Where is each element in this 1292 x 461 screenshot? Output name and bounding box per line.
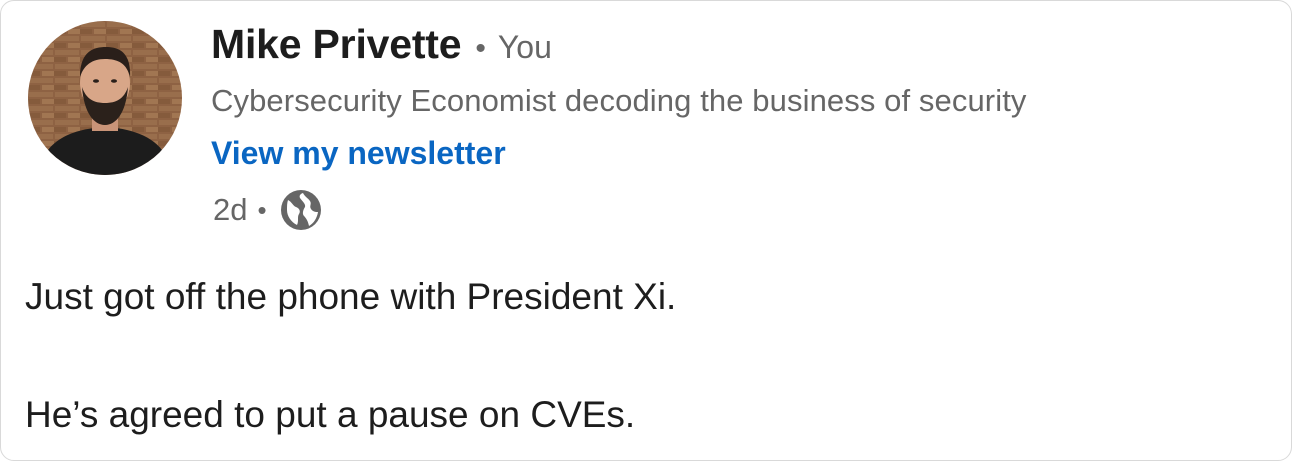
post-text-line: He’s agreed to put a pause on CVEs. xyxy=(25,394,636,435)
post-body: Just got off the phone with President Xi… xyxy=(25,269,1265,442)
view-newsletter-link[interactable]: View my newsletter xyxy=(211,135,506,172)
author-relation: You xyxy=(497,29,552,65)
author-line: Mike Privette • You xyxy=(211,21,552,75)
post-meta: 2d • xyxy=(213,187,323,233)
post-text-line: Just got off the phone with President Xi… xyxy=(25,276,677,317)
avatar-photo xyxy=(28,21,182,175)
separator-dot: • xyxy=(257,194,267,225)
author-headline: Cybersecurity Economist decoding the bus… xyxy=(211,83,1027,118)
post-card: Mike Privette • You Cybersecurity Econom… xyxy=(0,0,1292,461)
separator-dot: • xyxy=(475,32,486,65)
author-name[interactable]: Mike Privette xyxy=(211,21,462,68)
avatar[interactable] xyxy=(28,21,182,175)
globe-icon[interactable] xyxy=(279,188,323,232)
post-timestamp: 2d xyxy=(213,192,248,227)
